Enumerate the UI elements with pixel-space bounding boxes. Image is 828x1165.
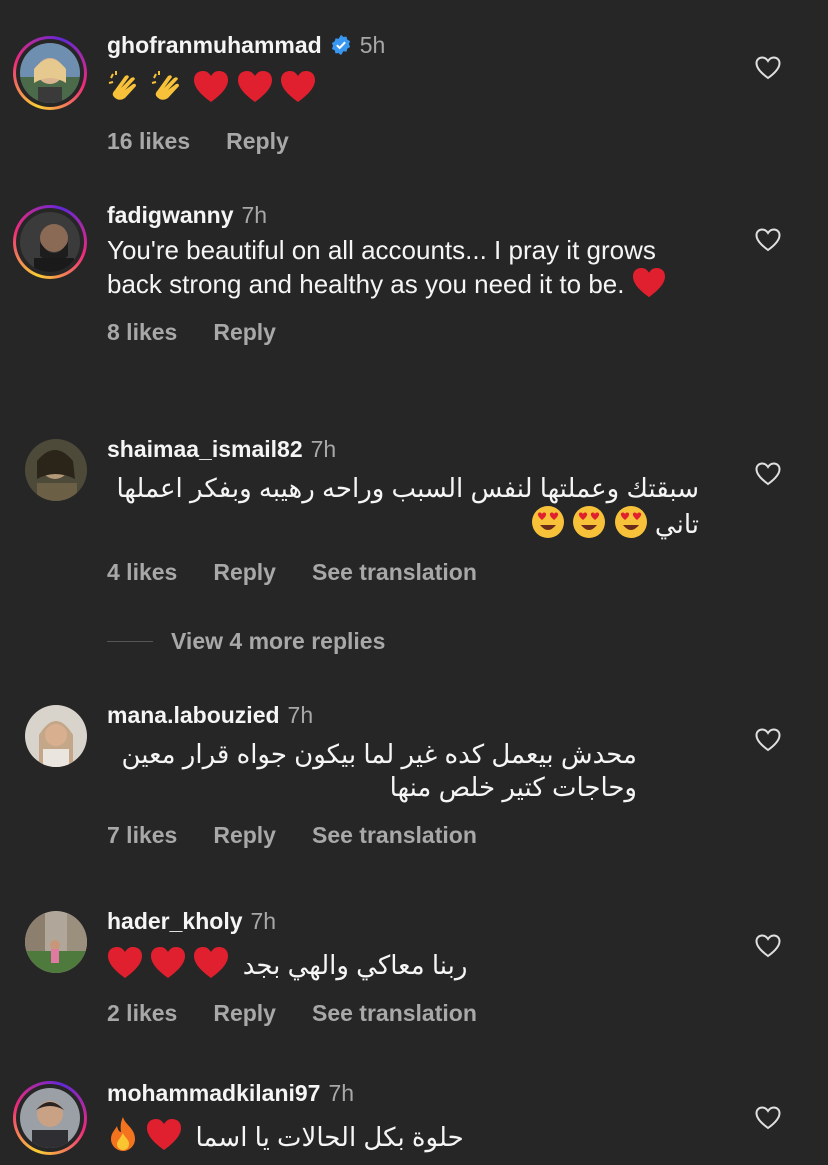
comment-text: ربنا معاكي والهي بجد [107, 946, 727, 982]
likes-count[interactable]: 4 likes [107, 559, 177, 586]
red-heart-icon [632, 267, 665, 298]
comment-text: حلوة بكل الحالات يا اسما [107, 1116, 727, 1154]
avatar[interactable] [24, 910, 88, 974]
heart-outline-icon [755, 228, 781, 252]
avatar-photo [25, 439, 87, 501]
avatar[interactable] [24, 704, 88, 768]
view-more-replies-label: View 4 more replies [171, 628, 386, 654]
red-heart-icon [151, 947, 186, 978]
avatar[interactable] [13, 36, 87, 110]
like-button[interactable] [753, 460, 783, 488]
likes-count[interactable]: 7 likes [107, 822, 177, 849]
avatar-photo [25, 911, 87, 973]
heart-outline-icon [755, 1106, 781, 1130]
comment-text: محدش بيعمل كده غير لما بيكون جواه قرار م… [107, 738, 637, 804]
comment-text: You're beautiful on all accounts... I pr… [107, 234, 707, 301]
like-button[interactable] [753, 226, 783, 254]
comment-text [107, 68, 727, 106]
comment-username[interactable]: mana.labouzied [107, 702, 280, 729]
comment-username[interactable]: shaimaa_ismail82 [107, 436, 303, 463]
reply-button[interactable]: Reply [226, 128, 289, 155]
reply-button[interactable]: Reply [213, 319, 276, 346]
avatar[interactable] [13, 205, 87, 279]
like-button[interactable] [753, 726, 783, 754]
see-translation-button[interactable]: See translation [312, 822, 477, 849]
red-heart-icon [194, 947, 229, 978]
see-translation-button[interactable]: See translation [312, 1000, 477, 1027]
comment-body: ربنا معاكي والهي بجد [242, 950, 468, 980]
red-heart-icon [147, 1119, 182, 1150]
comment-text: سبقتك وعملتها لنفس السبب وراحه رهيبه وبف… [107, 472, 699, 541]
likes-count[interactable]: 16 likes [107, 128, 190, 155]
heart-outline-icon [755, 56, 781, 80]
avatar-photo [20, 1088, 80, 1148]
red-heart-icon [280, 71, 315, 102]
red-heart-icon [108, 947, 142, 978]
comment-time: 7h [287, 701, 314, 728]
comment-time: 5h [359, 31, 386, 58]
clapping-hands-icon [151, 71, 180, 100]
see-translation-button[interactable]: See translation [312, 559, 477, 586]
comment-body: حلوة بكل الحالات يا اسما [195, 1122, 464, 1152]
reply-button[interactable]: Reply [213, 559, 276, 586]
clapping-hands-icon [108, 71, 136, 100]
heart-outline-icon [755, 462, 781, 486]
heart-eyes-face-icon [573, 506, 606, 538]
comment-time: 7h [250, 907, 277, 934]
like-button[interactable] [753, 54, 783, 82]
likes-count[interactable]: 2 likes [107, 1000, 177, 1027]
view-more-replies-button[interactable]: View 4 more replies [107, 628, 385, 655]
reply-button[interactable]: Reply [213, 1000, 276, 1027]
heart-outline-icon [755, 934, 781, 958]
comment-time: 7h [328, 1079, 355, 1106]
avatar-photo [25, 705, 87, 767]
like-button[interactable] [753, 932, 783, 960]
comment-username[interactable]: fadigwanny [107, 202, 234, 229]
red-heart-icon [237, 71, 272, 102]
comment-username[interactable]: mohammadkilani97 [107, 1080, 320, 1107]
avatar[interactable] [24, 438, 88, 502]
comment-body: You're beautiful on all accounts... I pr… [107, 235, 656, 299]
comment-time: 7h [310, 435, 337, 462]
fire-icon [111, 1117, 135, 1151]
heart-eyes-face-icon [614, 506, 647, 538]
like-button[interactable] [753, 1104, 783, 1132]
comment-username[interactable]: hader_kholy [107, 908, 243, 935]
heart-eyes-face-icon [532, 506, 565, 538]
verified-badge-icon [331, 34, 350, 56]
reply-button[interactable]: Reply [213, 822, 276, 849]
avatar-photo [20, 212, 80, 272]
comment-body: سبقتك وعملتها لنفس السبب وراحه رهيبه وبف… [116, 473, 699, 539]
comment-username[interactable]: ghofranmuhammad [107, 32, 322, 59]
avatar-photo [20, 43, 80, 103]
comments-list: ghofranmuhammad 5h 16 likes Reply fadigw… [0, 0, 828, 1165]
red-heart-icon [194, 71, 229, 102]
divider-line [107, 641, 153, 642]
avatar[interactable] [13, 1081, 87, 1155]
likes-count[interactable]: 8 likes [107, 319, 177, 346]
comment-time: 7h [241, 201, 268, 228]
heart-outline-icon [755, 728, 781, 752]
comment-body: محدش بيعمل كده غير لما بيكون جواه قرار م… [121, 739, 637, 802]
